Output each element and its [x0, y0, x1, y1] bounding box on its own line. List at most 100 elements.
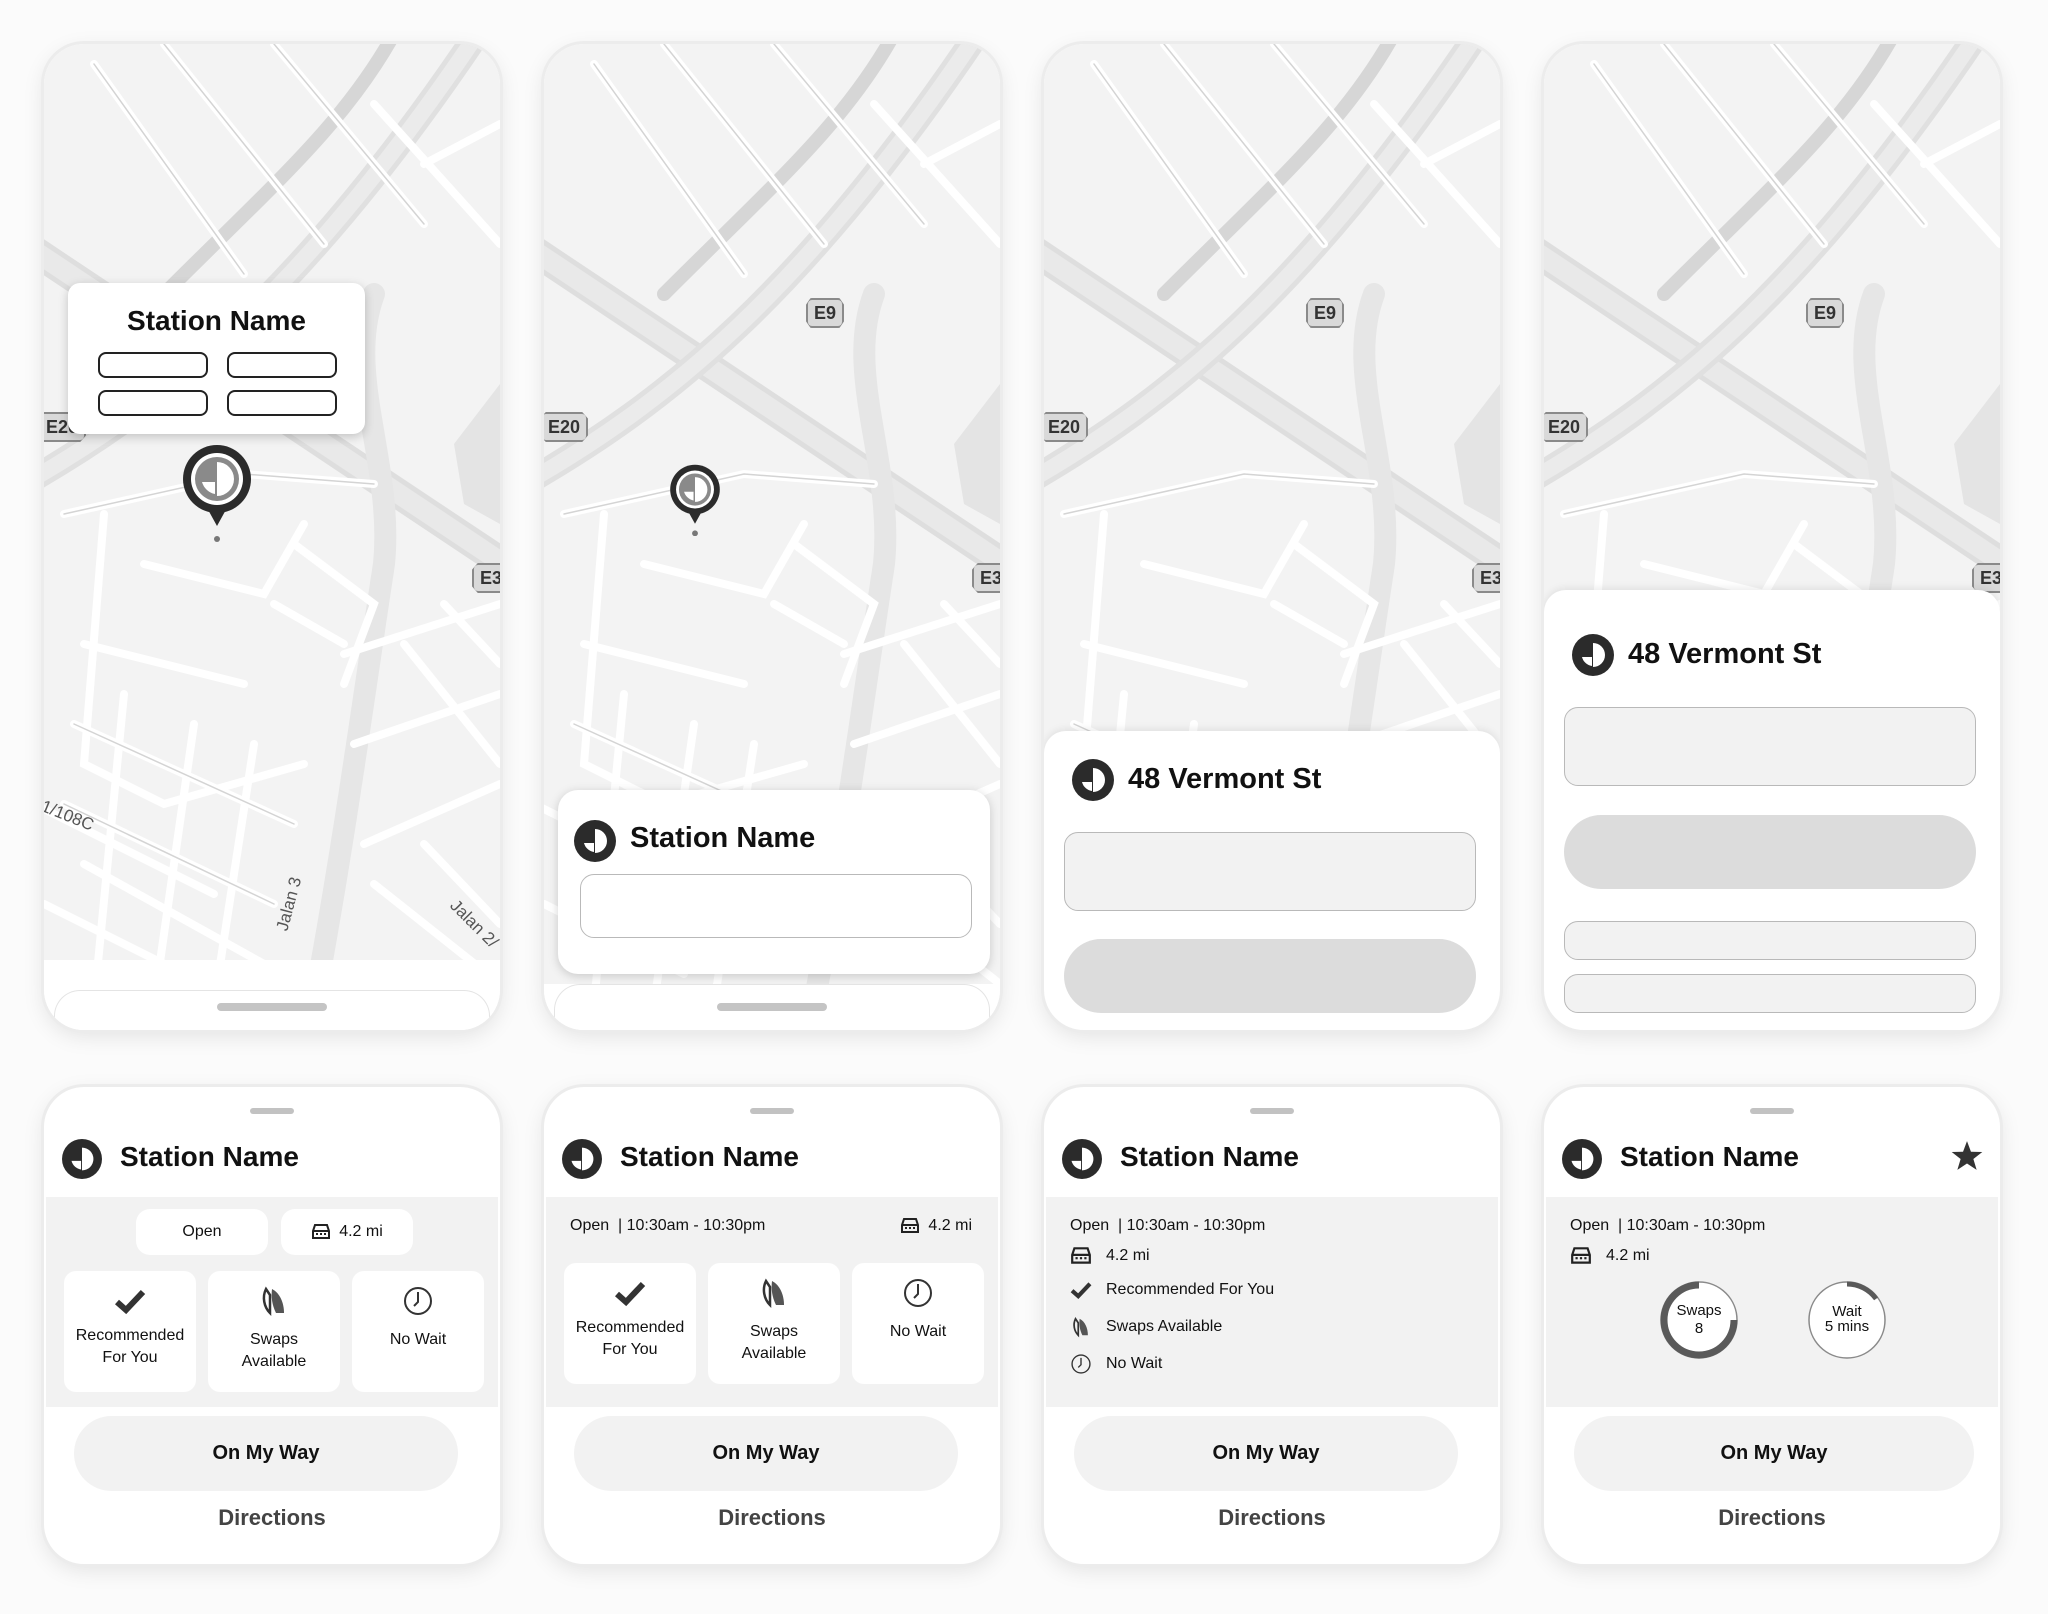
hours-line: Open | 10:30am - 10:30pm: [1570, 1217, 1765, 1235]
status-label: Open: [1570, 1217, 1610, 1234]
bottom-sheet[interactable]: 48 Vermont St: [1044, 731, 1500, 1030]
directions-button[interactable]: Directions: [44, 1505, 500, 1531]
feature-no-wait: No Wait: [852, 1263, 984, 1384]
list-item: Swaps Available: [1070, 1316, 1222, 1338]
row-placeholder[interactable]: [1564, 974, 1976, 1013]
drag-handle[interactable]: [1250, 1108, 1294, 1114]
station-logo-icon: [1572, 634, 1614, 676]
drag-handle[interactable]: [750, 1108, 794, 1114]
station-detail-chips: Station Name Open 4.2 mi Recommended For…: [44, 1087, 500, 1564]
on-my-way-button[interactable]: On My Way: [1074, 1416, 1458, 1491]
distance-label: 4.2 mi: [928, 1217, 972, 1234]
battery-swap-icon: [1073, 1317, 1088, 1338]
highway-shield-e20: E20: [1544, 412, 1589, 442]
on-my-way-button[interactable]: On My Way: [574, 1416, 958, 1491]
feature-label: No Wait: [889, 1323, 947, 1340]
station-detail-rings: Station Name Open | 10:30am - 10:30pm 4.…: [1544, 1087, 2000, 1564]
clock-icon: [1071, 1354, 1091, 1374]
clock-icon: [404, 1287, 432, 1315]
drag-handle[interactable]: [217, 1003, 327, 1011]
station-logo-icon: [1072, 759, 1114, 801]
screen-full-sheet: E9 E20 E37 48 Vermont St: [1544, 44, 2000, 1030]
station-title: Station Name: [120, 1141, 299, 1172]
map-view[interactable]: E9 E20 E37 Station Name: [544, 44, 1000, 1004]
feature-label: Recommended: [75, 1327, 185, 1344]
battery-swap-icon: [262, 1286, 284, 1317]
favorite-star-icon[interactable]: [1950, 1139, 1984, 1173]
popup-placeholder: [98, 352, 208, 378]
battery-swap-icon: [762, 1278, 784, 1309]
car-icon: [901, 1218, 920, 1233]
feature-label: Swaps: [249, 1331, 299, 1348]
hours-label: | 10:30am - 10:30pm: [1118, 1217, 1266, 1234]
list-item-label: No Wait: [1106, 1355, 1163, 1372]
station-title: Station Name: [630, 822, 816, 854]
hours-line: Open | 10:30am - 10:30pm: [570, 1217, 765, 1235]
check-icon: [1070, 1282, 1092, 1300]
feature-recommended: Recommended For You: [64, 1271, 196, 1392]
station-title: Station Name: [1120, 1141, 1299, 1172]
ring-value: 8: [1694, 1320, 1704, 1337]
row-placeholder[interactable]: [1564, 921, 1976, 960]
distance-chip: 4.2 mi: [281, 1209, 413, 1255]
drag-handle[interactable]: [1750, 1108, 1794, 1114]
station-logo-icon: [1062, 1139, 1102, 1179]
station-popup[interactable]: Station Name: [68, 283, 365, 434]
map-view[interactable]: E20 E37 1/108C Jalan 3 Jalan 2/ Station …: [44, 44, 500, 1004]
drag-handle[interactable]: [250, 1108, 294, 1114]
station-pin-icon[interactable]: [180, 442, 254, 542]
bottom-sheet[interactable]: 48 Vermont St: [1544, 590, 2000, 1030]
address-title: 48 Vermont St: [1628, 638, 1822, 670]
directions-button[interactable]: Directions: [544, 1505, 1000, 1531]
directions-button[interactable]: Directions: [1544, 1505, 2000, 1531]
collapsed-sheet[interactable]: [54, 990, 490, 1030]
screen-half-sheet: E9 E20 E37 48 Vermont St: [1044, 44, 1500, 1030]
swaps-ring: Swaps 8: [1658, 1279, 1740, 1361]
list-item: No Wait: [1070, 1353, 1162, 1375]
highway-shield-e9: E9: [1306, 298, 1345, 328]
distance-line: 4.2 mi: [1570, 1245, 1650, 1267]
button-placeholder[interactable]: [1064, 939, 1476, 1013]
ring-label: Swaps: [1676, 1302, 1722, 1319]
station-pin-icon[interactable]: [668, 462, 722, 536]
map-roads: [44, 44, 500, 1004]
feature-label: Recommended: [575, 1319, 685, 1336]
car-icon: [1571, 1247, 1591, 1264]
screen-map-popup: E20 E37 1/108C Jalan 3 Jalan 2/ Station …: [44, 44, 500, 1030]
station-title: Station Name: [1620, 1141, 1799, 1172]
hours-label: | 10:30am - 10:30pm: [618, 1217, 766, 1234]
details-section: Open | 10:30am - 10:30pm 4.2 mi Recommen…: [546, 1197, 998, 1407]
status-label: Open: [1070, 1217, 1110, 1234]
ring-label: Wait: [1832, 1303, 1862, 1320]
popup-placeholder: [227, 352, 337, 378]
directions-button[interactable]: Directions: [1044, 1505, 1500, 1531]
on-my-way-button[interactable]: On My Way: [74, 1416, 458, 1491]
feature-recommended: Recommended For You: [564, 1263, 696, 1384]
highway-shield-e37: E37: [1472, 563, 1500, 593]
button-placeholder[interactable]: [1564, 815, 1976, 889]
content-placeholder: [580, 874, 972, 938]
highway-shield-e20: E20: [1044, 412, 1089, 442]
station-detail-inline: Station Name Open | 10:30am - 10:30pm 4.…: [544, 1087, 1000, 1564]
wait-ring: Wait 5 mins: [1806, 1279, 1888, 1361]
collapsed-sheet[interactable]: [554, 984, 990, 1030]
feature-swaps: Swaps Available: [208, 1271, 340, 1392]
distance-line: 4.2 mi: [900, 1217, 972, 1235]
hours-line: Open | 10:30am - 10:30pm: [1070, 1217, 1265, 1235]
drag-handle[interactable]: [717, 1003, 827, 1011]
feature-label: No Wait: [389, 1331, 447, 1348]
station-logo-icon: [62, 1139, 102, 1179]
station-card[interactable]: Station Name: [558, 790, 990, 974]
popup-placeholder: [98, 390, 208, 416]
popup-title: Station Name: [127, 305, 306, 336]
address-title: 48 Vermont St: [1128, 763, 1322, 795]
on-my-way-button[interactable]: On My Way: [1574, 1416, 1974, 1491]
list-item-label: Recommended For You: [1106, 1281, 1275, 1298]
screen-map-card: E9 E20 E37 Station Name: [544, 44, 1000, 1030]
clock-icon: [904, 1279, 932, 1307]
bottom-drawer: [544, 984, 1000, 1030]
station-detail-list: Station Name Open | 10:30am - 10:30pm 4.…: [1044, 1087, 1500, 1564]
highway-shield-e9: E9: [806, 298, 845, 328]
list-item-label: Swaps Available: [1106, 1318, 1223, 1335]
list-item-label: 4.2 mi: [1106, 1247, 1150, 1264]
